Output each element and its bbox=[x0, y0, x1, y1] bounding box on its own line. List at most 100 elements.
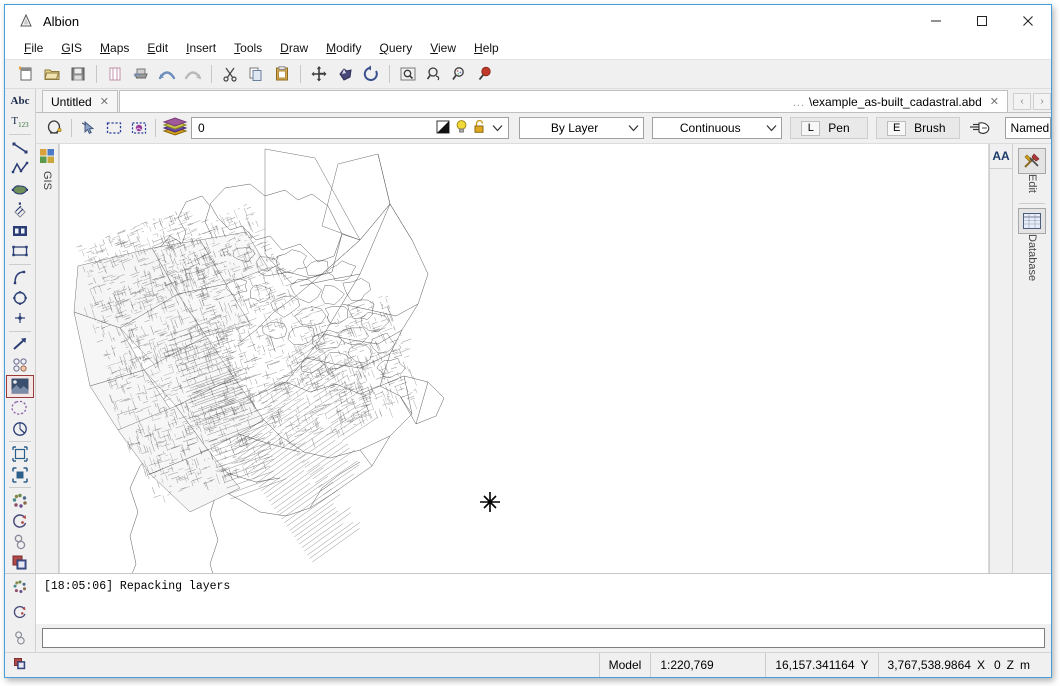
rail-separator bbox=[9, 134, 31, 136]
rotate-object-icon[interactable] bbox=[7, 599, 33, 624]
layer-unlocked-icon[interactable] bbox=[473, 119, 486, 137]
polygon-fill-tool-icon[interactable] bbox=[7, 179, 33, 200]
cluster-points-icon[interactable] bbox=[7, 490, 33, 511]
status-scale[interactable]: 1:220,769 bbox=[650, 653, 765, 677]
multi-point-icon[interactable] bbox=[7, 354, 33, 375]
undo-icon[interactable] bbox=[154, 62, 180, 86]
page-setup-icon[interactable] bbox=[102, 62, 128, 86]
color-combo[interactable]: By Layer bbox=[518, 117, 645, 139]
layer-color-swatch-icon[interactable] bbox=[436, 120, 450, 137]
line-tool-icon[interactable] bbox=[7, 137, 33, 158]
document-tab-bar: Untitled ✕ ... \example_as-built_cadastr… bbox=[36, 89, 1051, 113]
named-combo[interactable]: Named bbox=[1004, 117, 1052, 139]
rectangle-tool-icon[interactable] bbox=[7, 241, 33, 262]
layer-combo[interactable]: 0 bbox=[191, 117, 509, 139]
tab-cadastral[interactable]: ... \example_as-built_cadastral.abd ✕ bbox=[118, 90, 1008, 112]
chevron-down-icon[interactable] bbox=[623, 124, 643, 132]
transform-object-icon[interactable] bbox=[7, 465, 33, 486]
menu-edit[interactable]: Edit bbox=[138, 39, 177, 57]
pick-pointer-icon[interactable] bbox=[966, 116, 999, 140]
circle-tool-icon[interactable] bbox=[7, 287, 33, 308]
text-abc-icon[interactable]: Abc bbox=[7, 91, 33, 112]
menu-gis[interactable]: GIS bbox=[52, 39, 91, 57]
measure-angle-icon[interactable] bbox=[7, 418, 33, 439]
command-input[interactable] bbox=[42, 628, 1045, 648]
menu-insert[interactable]: Insert bbox=[177, 39, 225, 57]
select-image-icon[interactable] bbox=[126, 116, 151, 140]
rail-separator bbox=[1019, 202, 1045, 204]
polyline-tool-icon[interactable] bbox=[7, 158, 33, 179]
copy-icon[interactable] bbox=[243, 62, 269, 86]
open-folder-icon[interactable] bbox=[39, 62, 65, 86]
menu-file-label: ile bbox=[31, 41, 44, 55]
tab-untitled[interactable]: Untitled ✕ bbox=[42, 90, 118, 112]
gis-side-tab[interactable]: GIS bbox=[36, 144, 59, 573]
print-icon[interactable] bbox=[128, 62, 154, 86]
close-button[interactable] bbox=[1005, 5, 1051, 37]
brush-button[interactable]: E Brush bbox=[876, 117, 960, 139]
scale-object-icon[interactable] bbox=[7, 444, 33, 465]
menu-draw[interactable]: Draw bbox=[271, 39, 317, 57]
layer-visible-bulb-icon[interactable] bbox=[455, 119, 468, 137]
pan-move-icon[interactable] bbox=[306, 62, 332, 86]
selection-marquee-icon[interactable] bbox=[7, 398, 33, 419]
rotate-object-icon[interactable] bbox=[7, 511, 33, 532]
save-icon[interactable] bbox=[65, 62, 91, 86]
raster-image-icon[interactable] bbox=[6, 374, 34, 398]
paste-clipboard-icon[interactable] bbox=[269, 62, 295, 86]
status-spacer bbox=[35, 653, 599, 677]
cluster-points-icon[interactable] bbox=[7, 574, 33, 599]
zoom-previous-icon[interactable] bbox=[421, 62, 447, 86]
close-icon[interactable]: ✕ bbox=[100, 95, 109, 108]
topology-chain-icon[interactable] bbox=[7, 532, 33, 553]
menu-help[interactable]: Help bbox=[465, 39, 508, 57]
menu-tools[interactable]: Tools bbox=[225, 39, 271, 57]
tab-scroll-next-button[interactable]: › bbox=[1033, 93, 1051, 110]
point-tool-icon[interactable] bbox=[7, 308, 33, 329]
text-size-aa-button[interactable]: AA bbox=[990, 144, 1012, 169]
snap-crosshair-marker bbox=[480, 492, 500, 512]
overlap-layers-icon[interactable] bbox=[12, 656, 28, 675]
close-icon[interactable]: ✕ bbox=[990, 95, 999, 108]
layers-stack-icon[interactable] bbox=[160, 116, 189, 140]
chevron-down-icon[interactable] bbox=[761, 124, 781, 132]
window-title: Albion bbox=[43, 13, 80, 29]
menu-query[interactable]: Query bbox=[371, 39, 422, 57]
select-arrow-icon[interactable] bbox=[76, 116, 101, 140]
minimize-button[interactable] bbox=[913, 5, 959, 37]
map-canvas[interactable] bbox=[59, 144, 989, 573]
right-section-edit[interactable]: Edit bbox=[1018, 148, 1046, 193]
insert-block-icon[interactable] bbox=[7, 220, 33, 241]
text-subscript-icon[interactable]: T123 bbox=[7, 112, 33, 133]
database-table-icon[interactable] bbox=[1018, 207, 1046, 234]
zoom-dynamic-icon[interactable] bbox=[447, 62, 473, 86]
chevron-down-icon[interactable] bbox=[488, 124, 508, 132]
tab-scroll-prev-button[interactable]: ‹ bbox=[1013, 93, 1031, 110]
pen-button[interactable]: L Pen bbox=[790, 117, 869, 139]
menu-maps[interactable]: Maps bbox=[91, 39, 138, 57]
redo-icon[interactable] bbox=[180, 62, 206, 86]
zoom-extents-icon[interactable] bbox=[332, 62, 358, 86]
zoom-window-icon[interactable] bbox=[395, 62, 421, 86]
cut-scissors-icon[interactable] bbox=[217, 62, 243, 86]
menu-view[interactable]: View bbox=[421, 39, 465, 57]
topology-chain-icon[interactable] bbox=[7, 625, 33, 651]
zoom-in-icon[interactable] bbox=[473, 62, 499, 86]
gis-layers-icon[interactable] bbox=[39, 148, 55, 167]
menu-modify[interactable]: Modify bbox=[317, 39, 370, 57]
new-document-icon[interactable] bbox=[13, 62, 39, 86]
right-section-database[interactable]: Database bbox=[1018, 207, 1046, 281]
menu-file[interactable]: File bbox=[15, 39, 52, 57]
cadastral-map-drawing bbox=[73, 148, 500, 573]
refresh-redraw-icon[interactable] bbox=[358, 62, 384, 86]
select-window-icon[interactable] bbox=[101, 116, 126, 140]
maximize-button[interactable] bbox=[959, 5, 1005, 37]
overlap-layers-icon[interactable] bbox=[7, 552, 33, 573]
hatch-tool-icon[interactable] bbox=[7, 199, 33, 220]
vector-arrow-icon[interactable] bbox=[7, 333, 33, 354]
layer-manager-icon[interactable] bbox=[42, 116, 67, 140]
arc-tool-icon[interactable] bbox=[7, 266, 33, 287]
status-model-label[interactable]: Model bbox=[598, 653, 651, 677]
edit-tools-icon[interactable] bbox=[1018, 148, 1046, 174]
linetype-combo[interactable]: Continuous bbox=[652, 117, 783, 139]
